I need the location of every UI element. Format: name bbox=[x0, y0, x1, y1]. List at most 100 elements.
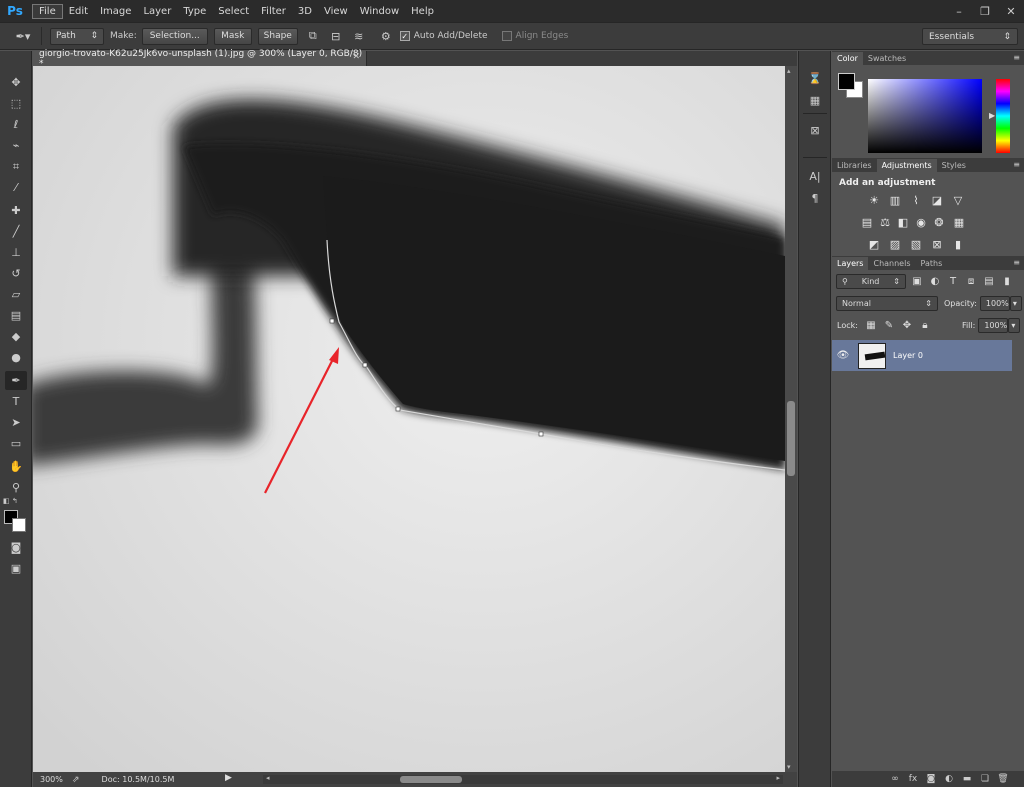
quick-selection-tool-icon[interactable]: ⌁ bbox=[5, 136, 27, 155]
tab-libraries[interactable]: Libraries bbox=[832, 159, 877, 172]
hue-saturation-icon[interactable]: ▤ bbox=[858, 214, 876, 230]
layer-mask-icon[interactable]: ◙ bbox=[922, 774, 940, 784]
channel-mixer-icon[interactable]: ❂ bbox=[930, 214, 948, 230]
new-layer-icon[interactable]: ❏ bbox=[976, 774, 994, 784]
hue-slider[interactable] bbox=[996, 79, 1010, 153]
posterize-icon[interactable]: ▨ bbox=[886, 236, 904, 252]
tab-layers[interactable]: Layers bbox=[832, 257, 869, 270]
tab-channels[interactable]: Channels bbox=[868, 257, 915, 270]
group-folder-icon[interactable]: ▬ bbox=[958, 774, 976, 784]
lock-transparent-icon[interactable]: ▦ bbox=[864, 319, 878, 333]
close-button[interactable]: ✕ bbox=[998, 2, 1024, 20]
path-operations-icon[interactable]: ⧉ bbox=[304, 27, 322, 45]
lock-position-icon[interactable]: ✥ bbox=[900, 319, 914, 333]
horizontal-scrollbar[interactable]: ◂ ▸ bbox=[263, 774, 783, 784]
path-arrangement-icon[interactable]: ≋ bbox=[350, 27, 368, 45]
adjustment-layer-icon[interactable]: ◐ bbox=[940, 774, 958, 784]
layer-filter-select[interactable]: ⚲ Kind ⇕ bbox=[836, 274, 906, 289]
exposure-icon[interactable]: ◪ bbox=[928, 192, 946, 208]
scroll-left-icon[interactable]: ◂ bbox=[266, 774, 270, 782]
opacity-dropdown-icon[interactable]: ▾ bbox=[1009, 296, 1022, 311]
rectangle-tool-icon[interactable]: ▭ bbox=[5, 434, 27, 453]
minimize-button[interactable]: – bbox=[946, 2, 972, 20]
levels-icon[interactable]: ▥ bbox=[886, 192, 904, 208]
menu-view[interactable]: View bbox=[318, 5, 354, 18]
adjustment-filter-icon[interactable]: ◐ bbox=[928, 275, 942, 289]
blend-mode-select[interactable]: Normal ⇕ bbox=[836, 296, 938, 311]
gradient-tool-icon[interactable]: ▤ bbox=[5, 306, 27, 325]
brightness-contrast-icon[interactable]: ☀ bbox=[865, 192, 883, 208]
background-color-swatch[interactable] bbox=[12, 518, 26, 532]
move-tool-icon[interactable]: ✥ bbox=[5, 73, 27, 92]
smart-object-filter-icon[interactable]: ▤ bbox=[982, 275, 996, 289]
layer-style-icon[interactable]: fx bbox=[904, 774, 922, 784]
color-swatches[interactable] bbox=[4, 510, 28, 534]
eyedropper-tool-icon[interactable]: ⁄ bbox=[5, 178, 27, 197]
menu-image[interactable]: Image bbox=[94, 5, 137, 18]
auto-add-delete-checkbox[interactable]: ✓ bbox=[399, 31, 410, 41]
make-selection-button[interactable]: Selection... bbox=[141, 27, 208, 45]
photo-filter-icon[interactable]: ◉ bbox=[912, 214, 930, 230]
foreground-color-swatch[interactable] bbox=[838, 73, 855, 90]
character-panel-icon[interactable]: A| bbox=[805, 167, 825, 185]
color-balance-icon[interactable]: ⚖ bbox=[876, 214, 894, 230]
selective-color-icon[interactable]: ⊠ bbox=[928, 236, 946, 252]
layer-row[interactable]: 👁︎ Layer 0 bbox=[832, 340, 1012, 371]
lock-pixels-icon[interactable]: ✎ bbox=[882, 319, 896, 333]
menu-type[interactable]: Type bbox=[177, 5, 212, 18]
make-shape-button[interactable]: Shape bbox=[257, 27, 298, 45]
anchor-point[interactable] bbox=[329, 318, 335, 324]
anchor-point[interactable] bbox=[362, 362, 368, 368]
color-spectrum[interactable] bbox=[868, 79, 982, 153]
trash-icon[interactable]: 🗑︎ bbox=[994, 774, 1012, 784]
hand-tool-icon[interactable]: ✋ bbox=[5, 457, 27, 476]
menu-file[interactable]: File bbox=[32, 3, 63, 19]
tab-adjustments[interactable]: Adjustments bbox=[876, 159, 937, 172]
anchor-point[interactable] bbox=[395, 406, 401, 412]
swap-colors-icon[interactable]: ◧ ↰ bbox=[3, 497, 29, 505]
tab-swatches[interactable]: Swatches bbox=[863, 52, 911, 65]
anchor-point[interactable] bbox=[538, 431, 544, 437]
tab-styles[interactable]: Styles bbox=[937, 159, 971, 172]
color-lookup-icon[interactable]: ▦ bbox=[950, 214, 968, 230]
marquee-tool-icon[interactable]: ⬚ bbox=[5, 94, 27, 113]
pixel-filter-icon[interactable]: ▣ bbox=[910, 275, 924, 289]
fg-bg-swatches[interactable] bbox=[838, 73, 864, 99]
menu-layer[interactable]: Layer bbox=[137, 5, 177, 18]
pen-tool-preset-icon[interactable]: ✒▾ bbox=[10, 27, 36, 45]
path-selection-tool-icon[interactable]: ➤ bbox=[5, 413, 27, 432]
history-panel-icon[interactable]: ⌛ bbox=[805, 69, 825, 87]
threshold-icon[interactable]: ▧ bbox=[907, 236, 925, 252]
scroll-right-icon[interactable]: ▸ bbox=[776, 774, 780, 782]
menu-select[interactable]: Select bbox=[212, 5, 255, 18]
export-icon[interactable]: ⇗ bbox=[72, 775, 80, 785]
brush-tool-icon[interactable]: ╱ bbox=[5, 222, 27, 241]
pen-tool-icon[interactable]: ✒ bbox=[5, 371, 27, 390]
filter-toggle-icon[interactable]: ▮ bbox=[1000, 275, 1014, 289]
paragraph-panel-icon[interactable]: ¶ bbox=[805, 189, 825, 207]
vertical-scroll-thumb[interactable] bbox=[787, 401, 795, 476]
invert-icon[interactable]: ◩ bbox=[865, 236, 883, 252]
menu-help[interactable]: Help bbox=[405, 5, 440, 18]
curves-icon[interactable]: ⌇ bbox=[907, 192, 925, 208]
vibrance-icon[interactable]: ▽ bbox=[949, 192, 967, 208]
document-tab[interactable]: giorgio-trovato-K62u25Jk6vo-unsplash (1)… bbox=[33, 49, 367, 69]
menu-edit[interactable]: Edit bbox=[63, 5, 94, 18]
healing-brush-tool-icon[interactable]: ✚ bbox=[5, 201, 27, 220]
clone-stamp-tool-icon[interactable]: ⊥ bbox=[5, 243, 27, 262]
horizontal-scroll-thumb[interactable] bbox=[400, 776, 462, 783]
quick-mask-icon[interactable]: ◙ bbox=[5, 538, 27, 557]
close-icon[interactable]: ✕ bbox=[352, 52, 360, 62]
workspace-select[interactable]: Essentials ⇕ bbox=[922, 28, 1018, 45]
panel-menu-icon[interactable]: ≡ bbox=[1013, 258, 1020, 267]
eraser-tool-icon[interactable]: ▱ bbox=[5, 285, 27, 304]
lasso-tool-icon[interactable]: ℓ bbox=[5, 115, 27, 134]
fill-dropdown-icon[interactable]: ▾ bbox=[1008, 318, 1021, 333]
menu-filter[interactable]: Filter bbox=[255, 5, 292, 18]
menu-window[interactable]: Window bbox=[354, 5, 405, 18]
blur-tool-icon[interactable]: ◆ bbox=[5, 327, 27, 346]
make-mask-button[interactable]: Mask bbox=[213, 27, 252, 45]
gear-icon[interactable]: ⚙ bbox=[377, 27, 395, 45]
type-filter-icon[interactable]: T bbox=[946, 275, 960, 289]
info-panel-icon[interactable]: ⊠ bbox=[805, 121, 825, 139]
